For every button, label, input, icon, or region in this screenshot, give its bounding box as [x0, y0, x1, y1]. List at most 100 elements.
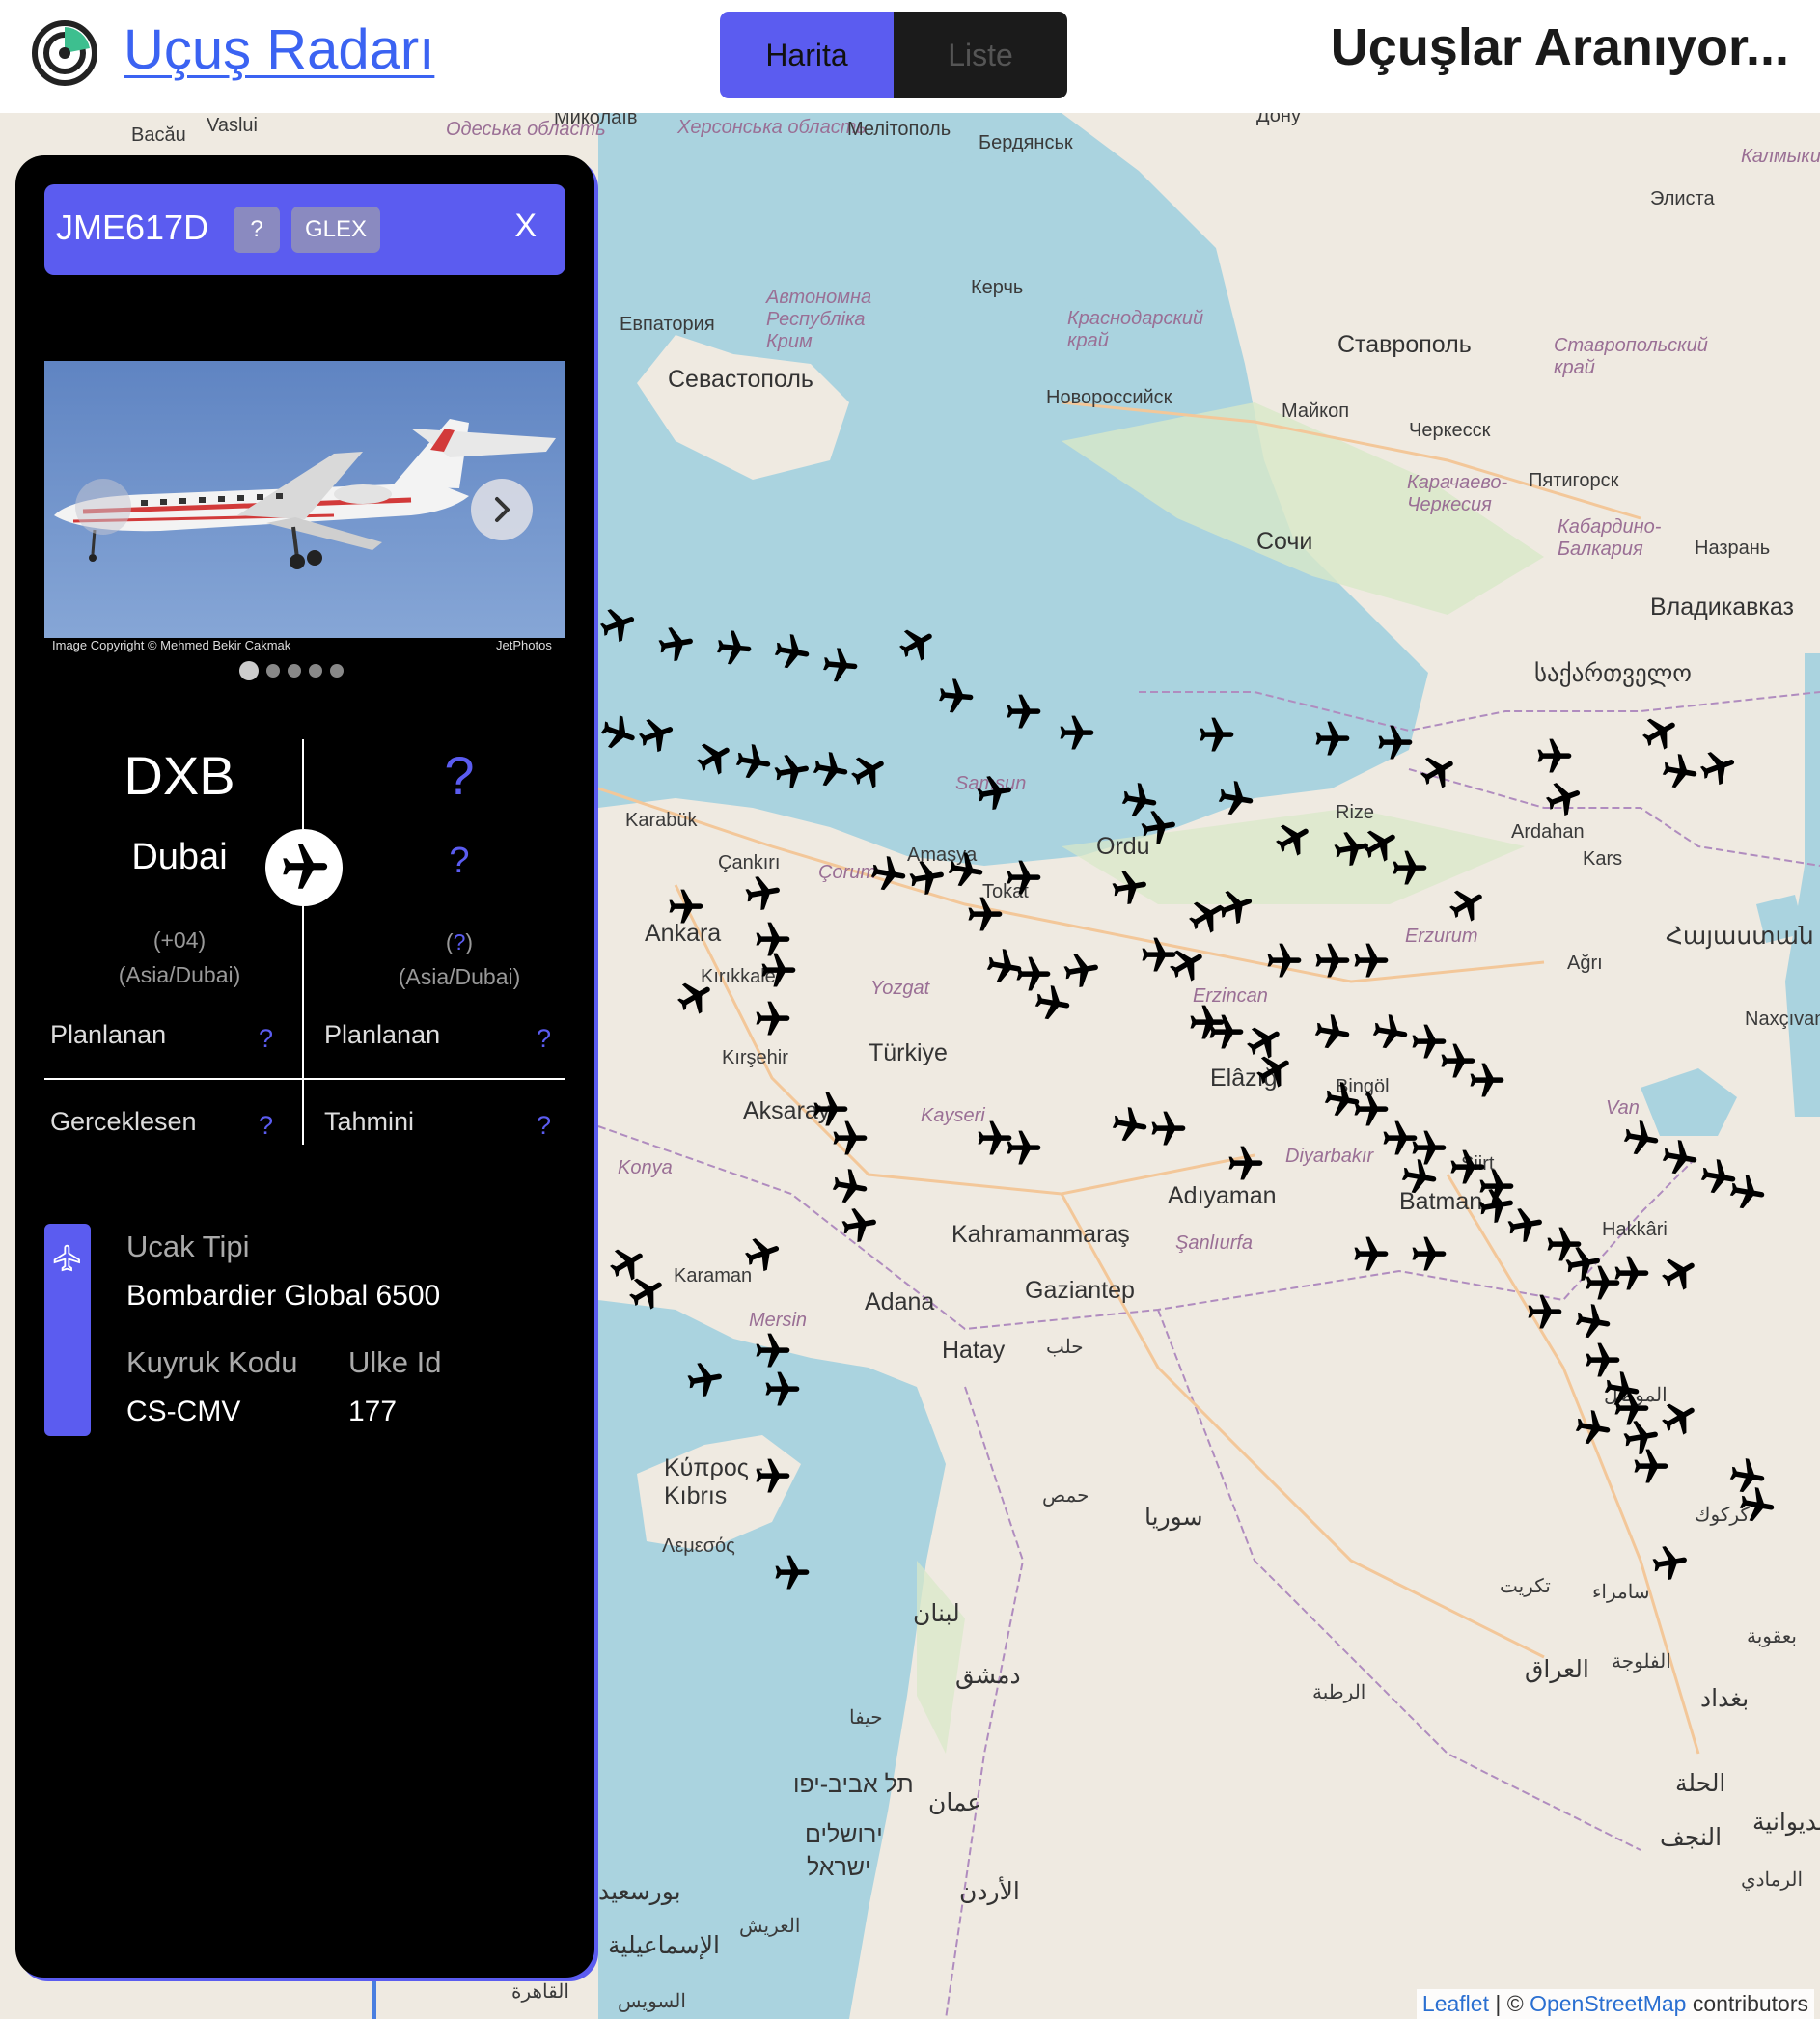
map-label: Дону	[1256, 113, 1301, 126]
photo-next-button[interactable]	[471, 479, 533, 540]
app-title-link[interactable]: Uçuş Radarı	[124, 17, 434, 82]
map-label: Элиста	[1650, 188, 1715, 209]
aircraft-marker[interactable]	[751, 998, 793, 1040]
aircraft-marker[interactable]	[1002, 857, 1044, 899]
photo-dot[interactable]	[239, 661, 259, 680]
map-label: Hatay	[942, 1337, 1006, 1364]
map-label: Бердянськ	[979, 132, 1073, 153]
destination-timezone: (Asia/Dubai)	[398, 964, 521, 989]
tab-map[interactable]: Harita	[720, 12, 894, 98]
aircraft-marker[interactable]	[767, 628, 816, 678]
aircraft-marker[interactable]	[1407, 1233, 1449, 1276]
photo-dot[interactable]	[266, 664, 280, 678]
aircraft-marker[interactable]	[1349, 940, 1392, 982]
aircraft-marker[interactable]	[751, 1455, 793, 1498]
aircraft-marker[interactable]	[1723, 1169, 1772, 1218]
photo-dot[interactable]	[288, 664, 301, 678]
map-label: Kars	[1583, 848, 1623, 870]
map-attribution: Leaflet | © OpenStreetMap contributors	[1416, 1989, 1814, 2019]
aircraft-marker[interactable]	[751, 1330, 793, 1372]
aircraft-marker[interactable]	[816, 643, 863, 689]
aircraft-marker[interactable]	[835, 1202, 884, 1251]
openstreetmap-link[interactable]: OpenStreetMap	[1530, 1991, 1686, 2016]
tab-list[interactable]: Liste	[894, 12, 1067, 98]
attribution-separator: | ©	[1495, 1991, 1524, 2016]
aircraft-marker[interactable]	[932, 674, 979, 720]
aircraft-marker[interactable]	[760, 1369, 803, 1411]
map-label: ירושלים	[805, 1821, 883, 1848]
map-label: بغداد	[1700, 1685, 1750, 1712]
leaflet-link[interactable]: Leaflet	[1422, 1991, 1489, 2016]
aircraft-marker[interactable]	[1532, 735, 1575, 778]
destination-offset: (?)	[445, 929, 474, 954]
airplane-icon	[687, 1363, 722, 1397]
aircraft-marker[interactable]	[1568, 1404, 1617, 1453]
airplane-icon	[1479, 1169, 1514, 1203]
aircraft-marker[interactable]	[1224, 1143, 1266, 1185]
aircraft-marker[interactable]	[941, 846, 990, 896]
aircraft-marker[interactable]	[1523, 1291, 1565, 1334]
airplane-icon	[1267, 943, 1302, 978]
airplane-icon	[939, 678, 974, 713]
aircraft-info-card: Ucak Tipi Bombardier Global 6500 Kuyruk …	[44, 1224, 565, 1436]
aircraft-marker[interactable]	[1308, 1009, 1357, 1058]
map-label: Новороссийск	[1046, 387, 1172, 408]
airplane-icon	[823, 648, 858, 682]
aircraft-marker[interactable]	[1349, 1233, 1392, 1276]
aircraft-marker[interactable]	[1002, 1127, 1044, 1170]
aircraft-marker[interactable]	[1475, 1166, 1517, 1208]
aircraft-marker[interactable]	[1002, 691, 1044, 733]
aircraft-marker[interactable]	[970, 769, 1019, 818]
photo-dot[interactable]	[330, 664, 344, 678]
destination-scheduled-value: ?	[537, 1024, 552, 1053]
airplane-icon	[968, 897, 1003, 931]
aircraft-marker[interactable]	[680, 1356, 730, 1405]
map-label: Diyarbakır	[1285, 1146, 1374, 1167]
aircraft-marker[interactable]	[1310, 718, 1353, 761]
map-label: حيفا	[849, 1707, 883, 1729]
aircraft-marker[interactable]	[963, 894, 1006, 936]
photo-dot[interactable]	[309, 664, 322, 678]
aircraft-marker[interactable]	[757, 950, 799, 992]
airplane-icon	[977, 776, 1011, 811]
aircraft-marker[interactable]	[1645, 1539, 1695, 1589]
aircraft-marker[interactable]	[1211, 775, 1260, 824]
aircraft-marker[interactable]	[1465, 1060, 1507, 1102]
aircraft-marker[interactable]	[1388, 847, 1430, 890]
map-label: Adıyaman	[1168, 1182, 1277, 1209]
aircraft-marker[interactable]	[1134, 804, 1183, 853]
photo-prev-button[interactable]	[75, 479, 131, 535]
origin-offset: (+04)	[152, 927, 207, 953]
aircraft-marker[interactable]	[1105, 864, 1154, 913]
aircraft-marker[interactable]	[1055, 712, 1097, 755]
airplane-icon	[1739, 1487, 1775, 1522]
aircraft-marker[interactable]	[1057, 947, 1106, 996]
aircraft-marker[interactable]	[1195, 714, 1237, 757]
top-bar: Uçuş Radarı Harita Liste Uçuşlar Aranıyo…	[0, 0, 1820, 113]
close-button[interactable]: X	[514, 207, 537, 245]
aircraft-marker[interactable]	[710, 625, 757, 672]
map-label: Краснодарский край	[1067, 308, 1204, 351]
aircraft-marker[interactable]	[1262, 940, 1305, 982]
country-id-label: Ulke Id	[348, 1345, 442, 1379]
origin-timezone: (Asia/Dubai)	[118, 962, 241, 987]
aircraft-marker[interactable]	[651, 621, 701, 670]
aircraft-marker[interactable]	[738, 870, 787, 919]
aircraft-marker[interactable]	[1373, 722, 1416, 764]
map-label: Майкоп	[1282, 401, 1350, 422]
aircraft-marker[interactable]	[770, 1552, 813, 1594]
map-label: Автономна Республіка Крим	[766, 287, 872, 352]
airplane-icon	[669, 889, 703, 924]
aircraft-marker[interactable]	[828, 1118, 870, 1160]
aircraft-marker[interactable]	[664, 886, 706, 928]
map-label: ישראל	[807, 1854, 871, 1881]
aircraft-marker[interactable]	[1732, 1481, 1781, 1531]
aircraft-marker[interactable]	[1629, 1446, 1671, 1488]
airplane-icon	[756, 1458, 790, 1493]
map-label: العريش	[739, 1916, 801, 1937]
aircraft-marker[interactable]	[1310, 940, 1353, 982]
aircraft-marker[interactable]	[1394, 1153, 1444, 1203]
aircraft-marker[interactable]	[1610, 1253, 1652, 1295]
aircraft-marker[interactable]	[1146, 1108, 1189, 1150]
airplane-icon	[841, 1208, 876, 1243]
